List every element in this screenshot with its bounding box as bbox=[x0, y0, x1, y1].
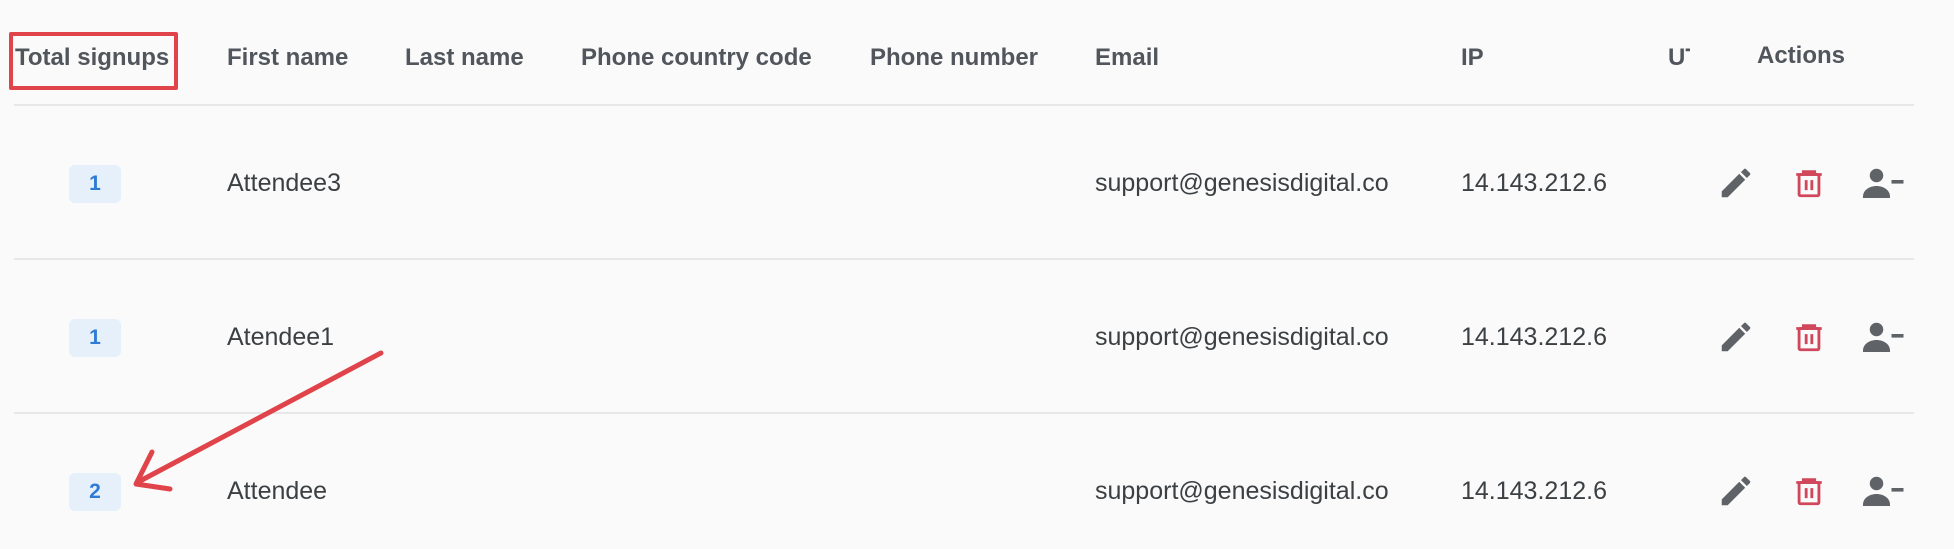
ip-cell: 14.143.212.6 bbox=[1461, 169, 1607, 197]
table-row[interactable]: 1 Attendee3 support@genesisdigital.co 14… bbox=[0, 106, 1954, 259]
person-remove-icon[interactable] bbox=[1862, 317, 1906, 357]
column-header-first-name[interactable]: First name bbox=[227, 44, 348, 72]
first-name-cell: Atendee1 bbox=[227, 323, 335, 351]
email-cell: support@genesisdigital.co bbox=[1095, 169, 1389, 197]
table-header: Total signups First name Last name Phone… bbox=[0, 0, 1954, 106]
column-header-phone-number[interactable]: Phone number bbox=[870, 44, 1038, 72]
total-signups-badge: 1 bbox=[69, 165, 121, 203]
table-row[interactable]: 2 Attendee support@genesisdigital.co 14.… bbox=[0, 414, 1954, 549]
person-remove-icon[interactable] bbox=[1862, 471, 1906, 511]
column-header-last-name[interactable]: Last name bbox=[405, 44, 524, 72]
ip-cell: 14.143.212.6 bbox=[1461, 323, 1607, 351]
pencil-icon[interactable] bbox=[1716, 317, 1756, 357]
total-signups-badge: 1 bbox=[69, 319, 121, 357]
trash-icon[interactable] bbox=[1789, 163, 1829, 203]
first-name-cell: Attendee3 bbox=[227, 169, 341, 197]
person-remove-icon[interactable] bbox=[1862, 163, 1906, 203]
table-row[interactable]: 1 Atendee1 support@genesisdigital.co 14.… bbox=[0, 260, 1954, 413]
column-header-actions: Actions bbox=[1757, 42, 1846, 69]
pencil-icon[interactable] bbox=[1716, 163, 1756, 203]
column-header-email[interactable]: Email bbox=[1095, 44, 1159, 72]
ip-cell: 14.143.212.6 bbox=[1461, 477, 1607, 505]
trash-icon[interactable] bbox=[1789, 317, 1829, 357]
email-cell: support@genesisdigital.co bbox=[1095, 323, 1389, 351]
email-cell: support@genesisdigital.co bbox=[1095, 477, 1389, 505]
signups-table-view: Total signups First name Last name Phone… bbox=[0, 0, 1954, 549]
annotation-highlight-box bbox=[9, 32, 178, 90]
column-header-ip[interactable]: IP bbox=[1461, 44, 1484, 72]
column-header-phone-country-code[interactable]: Phone country code bbox=[581, 44, 812, 72]
pencil-icon[interactable] bbox=[1716, 471, 1756, 511]
column-header-utm-truncated[interactable]: UT bbox=[1668, 44, 1690, 72]
trash-icon[interactable] bbox=[1789, 471, 1829, 511]
first-name-cell: Attendee bbox=[227, 477, 328, 505]
total-signups-badge: 2 bbox=[69, 473, 121, 511]
